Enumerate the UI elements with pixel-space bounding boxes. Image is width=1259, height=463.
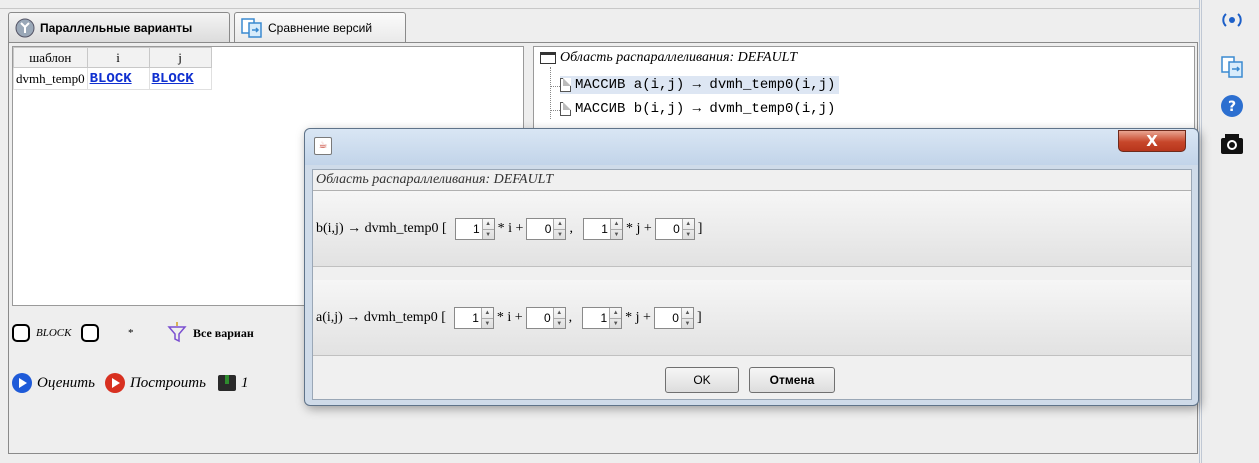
operator-label: * i + (497, 220, 524, 236)
offset-i-spinner[interactable]: 0 ▲ ▼ (525, 306, 566, 329)
operator-label: * j + (625, 309, 651, 325)
play-red-icon (104, 373, 125, 393)
filter-row: BLOCK * Все вариан (12, 315, 254, 351)
help-icon[interactable]: ? (1220, 94, 1244, 118)
spinner-arrows[interactable]: ▲ ▼ (553, 218, 566, 239)
dialog-header: Область распараллеливания: DEFAULT (316, 172, 553, 187)
action-row: Оценить Построить 1 (12, 363, 248, 403)
spinner-arrows[interactable]: ▲ ▼ (609, 218, 622, 239)
spinner-value: 0 (543, 310, 551, 325)
funnel-icon[interactable] (167, 322, 187, 344)
ok-button[interactable]: OK (665, 367, 739, 393)
build-button[interactable]: Построить (104, 373, 206, 393)
tab-label: Сравнение версий (268, 20, 373, 35)
spinner-value: 0 (544, 221, 552, 236)
mapping-row: b(i,j) → dvmh_temp0 [ 1 ▲ ▼ * i + 0 ▲ ▼ , 1 ▲… (313, 191, 1191, 267)
tab-label: Параллельные варианты (40, 20, 193, 35)
java-icon: ☕ (314, 137, 332, 155)
offset-j-spinner[interactable]: 0 ▲ ▼ (653, 306, 694, 329)
svg-text:?: ? (1228, 99, 1236, 115)
parallel-icon (15, 18, 35, 37)
column-header: шаблон (13, 47, 88, 68)
spinner-value: 1 (601, 221, 608, 236)
spinner-arrows[interactable]: ▲ ▼ (609, 307, 622, 328)
document-icon (560, 102, 571, 116)
close-button[interactable]: X (1118, 130, 1186, 152)
mapping-label: a(i,j) → dvmh_temp0 [ (316, 309, 446, 325)
spinner-arrows[interactable]: ▲ ▼ (480, 307, 493, 328)
table-cell-link[interactable]: BLOCK (86, 67, 150, 90)
all-variants-label[interactable]: Все вариан (193, 326, 254, 341)
package-icon (217, 375, 236, 391)
spinner-arrows[interactable]: ▲ ▼ (481, 218, 494, 239)
template-table: шаблон i j dvmh_temp0 BLOCK BLOCK (13, 47, 212, 90)
coefficient-j-spinner[interactable]: 1 ▲ ▼ (582, 217, 623, 240)
dialog-titlebar: ☕ X (305, 129, 1198, 165)
column-header: i (86, 47, 150, 68)
coefficient-j-spinner[interactable]: 1 ▲ ▼ (582, 306, 623, 329)
tree-item-label: МАССИВ a(i,j) → dvmh_temp0(i,j) (575, 77, 836, 93)
tree-connector (550, 67, 551, 119)
coefficient-i-spinner[interactable]: 1 ▲ ▼ (453, 306, 494, 329)
radio-icon[interactable] (1220, 8, 1244, 32)
dialog-body: Область распараллеливания: DEFAULT b(i,j… (312, 169, 1192, 400)
spinner-value: 0 (673, 221, 680, 236)
column-header: j (148, 47, 212, 68)
table-row: dvmh_temp0 BLOCK BLOCK (13, 67, 212, 90)
star-filter-label: * (127, 327, 133, 339)
compare-icon (241, 17, 262, 38)
bracket-label: ] (697, 220, 703, 236)
document-icon (560, 78, 571, 92)
camera-icon[interactable] (1220, 132, 1244, 156)
mapping-label: b(i,j) → dvmh_temp0 [ (316, 220, 447, 236)
third-action-label: 1 (240, 374, 249, 391)
compare-icon[interactable] (1220, 55, 1244, 79)
cancel-button[interactable]: Отмена (749, 367, 835, 393)
operator-label: * j + (625, 220, 652, 236)
spinner-value: 0 (672, 310, 679, 325)
offset-i-spinner[interactable]: 0 ▲ ▼ (526, 217, 567, 240)
right-toolbar: ? (1201, 0, 1259, 463)
coefficient-i-spinner[interactable]: 1 ▲ ▼ (454, 217, 495, 240)
comma-label: , (568, 309, 573, 325)
evaluate-button[interactable]: Оценить (12, 373, 95, 393)
block-checkbox[interactable] (12, 324, 30, 342)
mapping-row: a(i,j) → dvmh_temp0 [ 1 ▲ ▼ * i + 0 ▲ ▼ , 1 ▲… (313, 280, 1191, 356)
operator-label: * i + (496, 309, 523, 325)
spinner-arrows[interactable]: ▲ ▼ (552, 307, 565, 328)
spinner-value: 1 (472, 221, 480, 236)
tree-root[interactable]: Область распараллеливания: DEFAULT (540, 50, 797, 66)
mapping-dialog: ☕ X Область распараллеливания: DEFAULT b… (304, 128, 1199, 406)
play-blue-icon (12, 373, 32, 393)
spinner-arrows[interactable]: ▲ ▼ (681, 218, 694, 239)
tree-item-label: МАССИВ b(i,j) → dvmh_temp0(i,j) (575, 101, 836, 117)
tree-connector (550, 86, 560, 87)
top-divider (0, 0, 1200, 9)
tree-connector (550, 110, 560, 111)
table-cell-link[interactable]: BLOCK (148, 67, 212, 90)
table-cell: dvmh_temp0 (13, 67, 88, 90)
evaluate-label: Оценить (37, 374, 95, 391)
third-action-button[interactable]: 1 (216, 372, 249, 394)
tree-item[interactable]: МАССИВ b(i,j) → dvmh_temp0(i,j) (560, 100, 839, 118)
offset-j-spinner[interactable]: 0 ▲ ▼ (654, 217, 695, 240)
spinner-value: 1 (472, 310, 479, 325)
folder-icon (540, 52, 556, 64)
block-filter-label: BLOCK (36, 327, 72, 339)
comma-label: , (569, 220, 573, 236)
tab-compare-versions[interactable]: Сравнение версий (234, 12, 406, 42)
star-checkbox[interactable] (81, 324, 100, 342)
spinner-value: 1 (600, 310, 608, 325)
tree-root-label: Область распараллеливания: DEFAULT (560, 50, 797, 65)
build-label: Построить (129, 374, 206, 391)
tree-item[interactable]: МАССИВ a(i,j) → dvmh_temp0(i,j) (560, 76, 840, 94)
tab-parallel-variants[interactable]: Параллельные варианты (8, 12, 230, 42)
spinner-arrows[interactable]: ▲ ▼ (680, 307, 693, 328)
bracket-label: ] (696, 309, 702, 325)
